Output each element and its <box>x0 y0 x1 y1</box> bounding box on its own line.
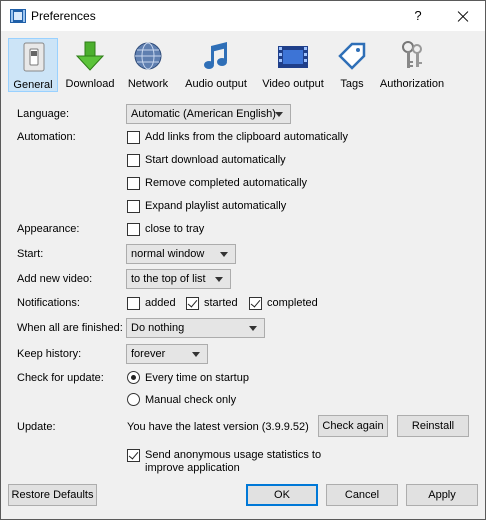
tab-tags-label: Tags <box>340 78 364 90</box>
add-links-label: Add links from the clipboard automatical… <box>145 131 348 143</box>
when-finished-select[interactable]: Do nothing <box>126 318 265 338</box>
start-download-label: Start download automatically <box>145 154 286 166</box>
send-statistics-label-line1: Send anonymous usage statistics to <box>145 449 322 461</box>
update-label: Update: <box>17 421 56 433</box>
tab-video-output-label: Video output <box>262 78 324 90</box>
every-startup-radio[interactable] <box>127 371 140 384</box>
manual-check-radio[interactable] <box>127 393 140 406</box>
notify-started-label: started <box>204 297 238 309</box>
add-new-video-label: Add new video: <box>17 273 93 285</box>
ok-button[interactable]: OK <box>246 484 318 506</box>
tab-download-label: Download <box>65 78 115 90</box>
app-icon <box>10 9 26 23</box>
help-button[interactable]: ? <box>403 1 433 31</box>
tab-download[interactable]: Download <box>63 38 117 92</box>
close-button[interactable] <box>445 1 481 31</box>
cancel-button[interactable]: Cancel <box>326 484 398 506</box>
apply-button[interactable]: Apply <box>406 484 478 506</box>
tab-general[interactable]: General <box>8 38 58 92</box>
window-title: Preferences <box>31 9 96 23</box>
download-arrow-icon <box>75 41 105 71</box>
notify-added-label: added <box>145 297 176 309</box>
add-new-video-select[interactable]: to the top of list <box>126 269 231 289</box>
keys-icon <box>402 41 422 68</box>
appearance-label: Appearance: <box>17 223 80 235</box>
tab-video-output[interactable]: Video output <box>259 38 327 92</box>
manual-check-label: Manual check only <box>145 394 237 406</box>
reinstall-button[interactable]: Reinstall <box>397 415 469 437</box>
update-status: You have the latest version (3.9.9.52) <box>127 421 309 433</box>
start-download-checkbox[interactable] <box>127 154 140 167</box>
title-bar: Preferences ? <box>1 1 485 31</box>
notify-completed-checkbox[interactable] <box>249 297 262 310</box>
send-statistics-checkbox[interactable] <box>127 449 140 462</box>
tab-general-label: General <box>13 79 53 91</box>
notify-completed-label: completed <box>267 297 318 309</box>
send-statistics-label-line2: improve application <box>145 462 240 474</box>
language-label: Language: <box>17 108 69 120</box>
tab-tags[interactable]: Tags <box>334 38 370 92</box>
keep-history-select[interactable]: forever <box>126 344 208 364</box>
general-switch-icon <box>23 42 45 72</box>
tab-network-label: Network <box>127 78 169 90</box>
close-to-tray-checkbox[interactable] <box>127 223 140 236</box>
when-finished-label: When all are finished: <box>17 322 123 334</box>
tab-authorization[interactable]: Authorization <box>379 38 445 92</box>
tab-network[interactable]: Network <box>123 38 173 92</box>
globe-icon <box>134 42 162 70</box>
keep-history-label: Keep history: <box>17 348 82 360</box>
tab-authorization-label: Authorization <box>379 78 445 90</box>
close-to-tray-label: close to tray <box>145 223 205 235</box>
every-startup-label: Every time on startup <box>145 372 249 384</box>
notify-started-checkbox[interactable] <box>186 297 199 310</box>
expand-playlist-checkbox[interactable] <box>127 200 140 213</box>
check-again-button[interactable]: Check again <box>318 415 388 437</box>
tag-icon <box>338 42 366 70</box>
start-label: Start: <box>17 248 44 260</box>
tab-audio-output-label: Audio output <box>185 78 247 90</box>
film-strip-icon <box>278 46 308 68</box>
automation-label: Automation: <box>17 131 76 143</box>
notify-added-checkbox[interactable] <box>127 297 140 310</box>
tab-audio-output[interactable]: Audio output <box>182 38 250 92</box>
check-update-label: Check for update: <box>17 372 104 384</box>
language-select[interactable]: Automatic (American English) <box>126 104 291 124</box>
preferences-window: Preferences ? General Download Network A… <box>0 0 486 520</box>
remove-completed-label: Remove completed automatically <box>145 177 308 189</box>
preferences-toolbar: General Download Network Audio output Vi… <box>1 32 485 94</box>
remove-completed-checkbox[interactable] <box>127 177 140 190</box>
add-links-checkbox[interactable] <box>127 131 140 144</box>
restore-defaults-button[interactable]: Restore Defaults <box>8 484 97 506</box>
start-select[interactable]: normal window <box>126 244 236 264</box>
expand-playlist-label: Expand playlist automatically <box>145 200 287 212</box>
music-note-icon <box>204 42 227 69</box>
notifications-label: Notifications: <box>17 297 80 309</box>
